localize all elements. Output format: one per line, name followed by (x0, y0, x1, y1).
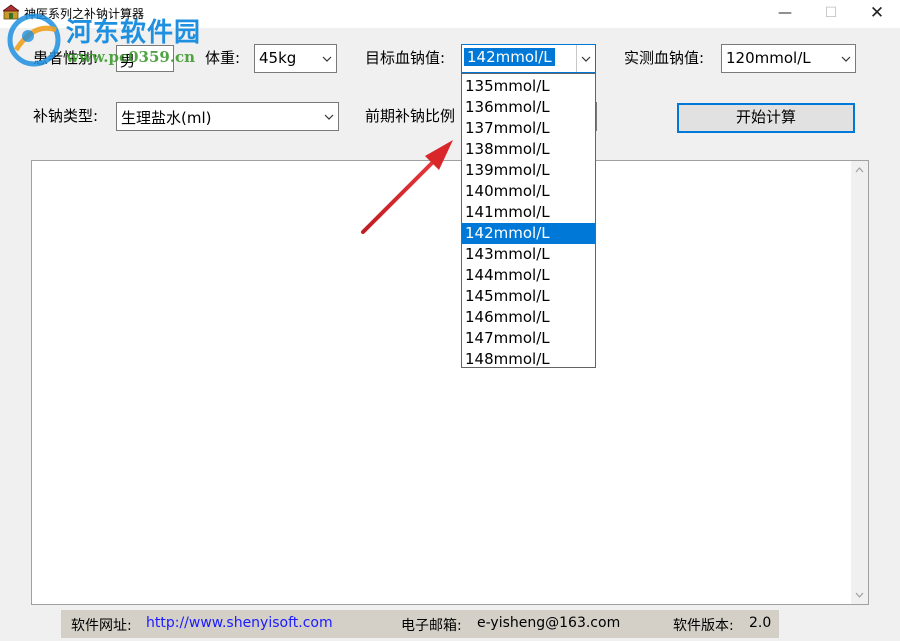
gender-label: 患者性别: (33, 49, 99, 67)
dropdown-option[interactable]: 143mmol/L (462, 244, 595, 265)
dropdown-option[interactable]: 146mmol/L (462, 307, 595, 328)
website-label: 软件网址: (71, 618, 132, 634)
dropdown-option[interactable]: 148mmol/L (462, 349, 595, 370)
measured-sodium-select[interactable]: 120mmol/L (721, 44, 856, 73)
weight-select[interactable]: 45kg (254, 44, 337, 73)
maximize-button[interactable]: ☐ (808, 0, 854, 28)
weight-value: 45kg (259, 49, 297, 67)
status-bar: 软件网址: http://www.shenyisoft.com 电子邮箱: e-… (61, 610, 779, 638)
early-ratio-label: 前期补钠比例 (365, 107, 456, 125)
window-title: 神医系列之补钠计算器 (24, 7, 145, 21)
target-sodium-value: 142mmol/L (464, 48, 555, 66)
dropdown-option[interactable]: 145mmol/L (462, 286, 595, 307)
app-icon (3, 4, 19, 20)
gender-field[interactable]: 男 (116, 45, 174, 72)
close-button[interactable]: ✕ (854, 0, 900, 28)
sodium-type-label: 补钠类型: (33, 107, 99, 125)
measured-sodium-value: 120mmol/L (726, 49, 811, 67)
weight-label: 体重: (205, 49, 241, 67)
chevron-down-icon[interactable] (576, 45, 595, 72)
version-label: 软件版本: (673, 618, 734, 634)
dropdown-option[interactable]: 138mmol/L (462, 139, 595, 160)
email-label: 电子邮箱: (401, 618, 462, 634)
calculate-button[interactable]: 开始计算 (677, 103, 855, 133)
scroll-down-icon[interactable] (855, 592, 864, 598)
target-sodium-dropdown-list: 135mmol/L 136mmol/L 137mmol/L 138mmol/L 139m… (461, 73, 596, 368)
dropdown-option[interactable]: 137mmol/L (462, 118, 595, 139)
measured-sodium-label: 实测血钠值: (624, 49, 705, 67)
scroll-up-icon[interactable] (855, 167, 864, 173)
dropdown-option[interactable]: 136mmol/L (462, 97, 595, 118)
annotation-arrow-icon (361, 140, 453, 234)
vertical-scrollbar[interactable] (851, 161, 868, 604)
dropdown-option[interactable]: 139mmol/L (462, 160, 595, 181)
gender-value: 男 (120, 52, 136, 70)
email-value: e-yisheng@163.com (477, 615, 621, 631)
sodium-type-select[interactable]: 生理盐水(ml) (116, 102, 339, 131)
chevron-down-icon[interactable] (318, 45, 336, 72)
dropdown-option[interactable]: 135mmol/L (462, 76, 595, 97)
chevron-down-icon[interactable] (320, 103, 338, 130)
dropdown-option[interactable]: 140mmol/L (462, 181, 595, 202)
dropdown-option[interactable]: 144mmol/L (462, 265, 595, 286)
dropdown-option[interactable]: 142mmol/L (462, 223, 595, 244)
title-bar: 神医系列之补钠计算器 — ☐ ✕ (0, 0, 900, 28)
version-value: 2.0 (749, 615, 772, 631)
sodium-type-value: 生理盐水(ml) (121, 109, 212, 127)
chevron-down-icon[interactable] (837, 45, 855, 72)
dropdown-option[interactable]: 141mmol/L (462, 202, 595, 223)
target-sodium-label: 目标血钠值: (365, 49, 446, 67)
minimize-button[interactable]: — (762, 0, 808, 28)
dropdown-option[interactable]: 147mmol/L (462, 328, 595, 349)
target-sodium-select[interactable]: 142mmol/L (461, 44, 596, 73)
website-link[interactable]: http://www.shenyisoft.com (146, 615, 333, 631)
